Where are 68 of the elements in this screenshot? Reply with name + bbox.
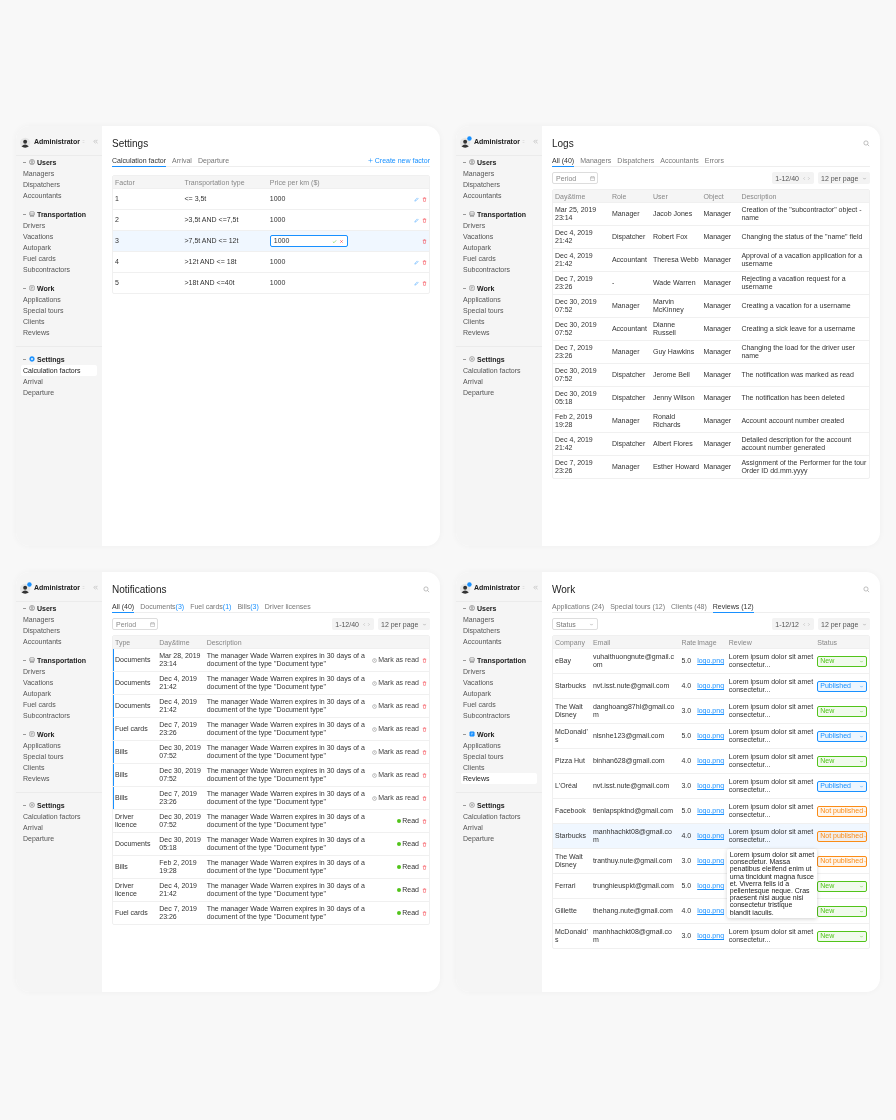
minus-icon[interactable] [463,287,466,289]
page-title: Settings [112,137,149,149]
delete-icon[interactable] [422,749,427,755]
clock-icon [371,772,377,778]
clock-icon [371,795,377,801]
edit-icon[interactable] [414,280,419,286]
minus-icon[interactable] [23,659,26,661]
delete-icon[interactable] [422,726,427,732]
search-icon[interactable] [423,585,430,593]
minus-icon[interactable] [463,804,466,806]
delete-icon[interactable] [422,910,427,916]
collapse-icon[interactable] [533,139,538,144]
minus-icon[interactable] [463,213,466,215]
minus-icon[interactable] [23,358,26,360]
edit-icon[interactable] [414,196,419,202]
page-title: Work [552,583,576,595]
collapse-icon[interactable] [93,139,98,144]
page-title: Notifications [112,583,167,595]
page-arrows-icon[interactable] [802,175,811,181]
edit-icon[interactable] [414,217,419,223]
plus-icon [367,158,373,163]
delete-icon[interactable] [422,818,427,824]
minus-icon[interactable] [463,659,466,661]
delete-icon[interactable] [422,703,427,709]
clock-icon [371,657,377,663]
status-dot [396,865,401,870]
delete-icon[interactable] [422,841,427,847]
collapse-icon[interactable] [93,585,98,590]
minus-icon[interactable] [23,607,26,609]
search-icon[interactable] [863,585,870,593]
check-icon[interactable] [331,238,337,244]
close-icon[interactable] [338,238,344,244]
minus-icon[interactable] [23,213,26,215]
minus-icon[interactable] [463,733,466,735]
delete-icon[interactable] [422,280,427,286]
search-icon[interactable] [863,139,870,147]
delete-icon[interactable] [422,887,427,893]
clock-icon [371,680,377,686]
status-dot [396,888,401,893]
delete-icon[interactable] [422,196,427,202]
status-dot [396,911,401,916]
minus-icon[interactable] [23,161,26,163]
delete-icon[interactable] [422,772,427,778]
collapse-icon[interactable] [533,585,538,590]
edit-icon[interactable] [414,259,419,265]
calendar-icon[interactable] [590,175,595,181]
minus-icon[interactable] [463,161,466,163]
minus-icon[interactable] [463,358,466,360]
page-title: Logs [552,137,574,149]
status-dot [396,819,401,824]
delete-icon[interactable] [422,657,427,663]
minus-icon[interactable] [23,287,26,289]
clock-icon [371,703,377,709]
calendar-icon[interactable] [150,621,155,627]
page-arrows-icon[interactable] [802,621,811,627]
delete-icon[interactable] [422,238,427,244]
minus-icon[interactable] [463,607,466,609]
delete-icon[interactable] [422,217,427,223]
delete-icon[interactable] [422,795,427,801]
delete-icon[interactable] [422,259,427,265]
clock-icon [371,749,377,755]
minus-icon[interactable] [23,804,26,806]
page-arrows-icon[interactable] [362,621,371,627]
minus-icon[interactable] [23,733,26,735]
delete-icon[interactable] [422,680,427,686]
status-dot [396,842,401,847]
delete-icon[interactable] [422,864,427,870]
clock-icon [371,726,377,732]
